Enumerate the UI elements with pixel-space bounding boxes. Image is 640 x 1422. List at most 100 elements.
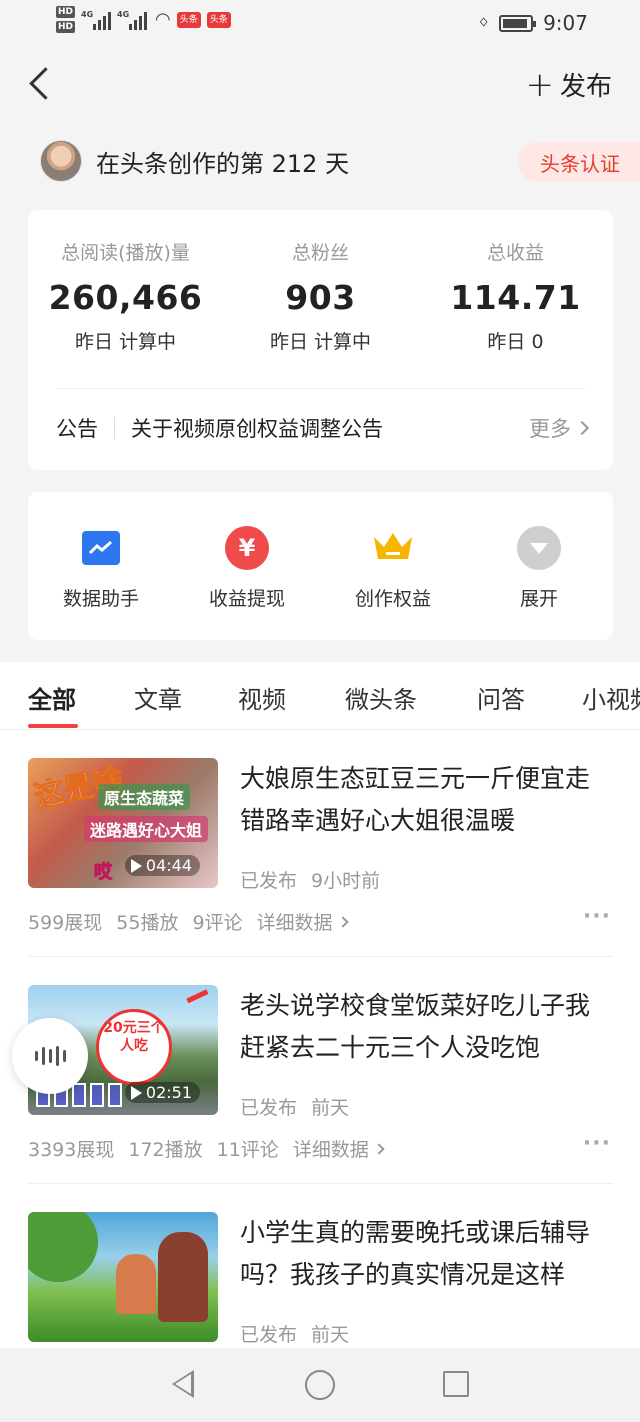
more-options-icon[interactable]: ··· [583, 1131, 611, 1156]
battery-icon [499, 14, 537, 32]
post-views: 599展现 [28, 912, 103, 934]
yuan-icon: ¥ [225, 526, 269, 570]
post-status: 已发布 [240, 1324, 298, 1346]
hd-indicators: HD HD [56, 6, 76, 33]
chart-icon [79, 526, 123, 570]
chevron-right-icon [373, 1142, 385, 1155]
tab-active-indicator [28, 724, 78, 728]
stat-label: 总粉丝 [291, 242, 349, 264]
stat-value: 903 [285, 278, 356, 317]
decoration [186, 989, 216, 1019]
thumb-illustration [158, 1232, 208, 1322]
notice-text[interactable]: 关于视频原创权益调整公告 [131, 413, 529, 443]
hd-icon: HD [56, 21, 76, 33]
back-arrow-icon[interactable] [26, 64, 54, 104]
video-thumbnail[interactable]: 这是啥 原生态蔬菜 迷路遇好心大姐 哎 04:44 [28, 758, 218, 888]
post-plays: 55播放 [116, 912, 179, 934]
nav-back-icon[interactable] [172, 1370, 194, 1398]
divider [56, 388, 585, 389]
post-stats: 599展现 55播放 9评论 详细数据 [28, 908, 349, 935]
play-icon [130, 1085, 142, 1100]
post-title[interactable]: 老头说学校食堂饭菜好吃儿子我赶紧去二十元三个人没吃饱 [240, 985, 613, 1069]
list-item[interactable]: 20元三个人吃 02:51 老头说学校食堂饭菜好吃儿子我赶紧去二十元三个人没吃饱… [28, 985, 613, 1185]
tab-short-videos[interactable]: 小视频 [582, 680, 640, 715]
tool-label: 收益提现 [208, 588, 285, 610]
status-right: ᛜ 9:07 [478, 11, 588, 35]
creation-days-text: 在头条创作的第 212 天 [96, 149, 350, 178]
post-status: 已发布 [240, 1097, 298, 1119]
publish-button[interactable]: + 发布 [525, 66, 612, 103]
stats-row: 总阅读(播放)量 260,466 昨日 计算中 总粉丝 903 昨日 计算中 总… [28, 238, 613, 354]
more-link[interactable]: 更多 [529, 413, 590, 443]
more-label: 更多 [529, 417, 571, 441]
nav-home-icon[interactable] [305, 1370, 335, 1400]
stat-total-income[interactable]: 总收益 114.71 昨日 0 [418, 238, 613, 354]
tool-label: 展开 [519, 588, 558, 610]
stat-total-fans[interactable]: 总粉丝 903 昨日 计算中 [223, 238, 418, 354]
voice-assistant-button[interactable] [12, 1018, 88, 1094]
tool-creator-rights[interactable]: 创作权益 [320, 526, 466, 611]
profile-row: 在头条创作的第 212 天 [40, 140, 349, 182]
video-duration: 04:44 [124, 855, 200, 876]
list-item[interactable]: 小学生真的需要晚托或课后辅导吗？我孩子的真实情况是这样 已发布 前天 [28, 1212, 613, 1348]
post-time: 前天 [311, 1324, 350, 1346]
post-comments: 9评论 [192, 912, 243, 934]
tab-qa[interactable]: 问答 [477, 680, 525, 715]
stat-value: 114.71 [450, 278, 581, 317]
tab-all[interactable]: 全部 [28, 680, 76, 715]
hd-icon: HD [56, 6, 76, 18]
tab-micro-posts[interactable]: 微头条 [345, 680, 417, 715]
avatar[interactable] [40, 140, 82, 182]
more-options-icon[interactable]: ··· [583, 904, 611, 929]
divider [114, 417, 115, 439]
post-views: 3393展现 [28, 1139, 115, 1161]
tab-videos[interactable]: 视频 [238, 680, 286, 715]
notice-tag: 公告 [56, 417, 98, 441]
signal-icon: 4G [117, 9, 148, 30]
crown-icon [371, 526, 415, 570]
wifi-icon: ◠ [155, 9, 171, 30]
thumb-illustration [28, 1212, 98, 1282]
list-item[interactable]: 这是啥 原生态蔬菜 迷路遇好心大姐 哎 04:44 大娘原生态豇豆三元一斤便宜走… [28, 758, 613, 958]
nav-recent-icon[interactable] [443, 1371, 469, 1397]
tool-label: 数据助手 [62, 588, 139, 610]
tab-articles[interactable]: 文章 [134, 680, 182, 715]
chevron-right-icon [336, 915, 349, 928]
tools-card: 数据助手 ¥ 收益提现 创作权益 展开 [28, 492, 613, 640]
content-panel: 全部 文章 视频 微头条 问答 小视频 这是啥 原生态蔬菜 迷路遇好心大姐 哎 … [0, 662, 640, 1348]
thumb-caption: 20元三个人吃 [103, 1020, 165, 1054]
stat-sub: 昨日 0 [487, 331, 544, 353]
system-nav-bar [0, 1348, 640, 1422]
tool-expand[interactable]: 展开 [466, 526, 612, 611]
tool-data-assistant[interactable]: 数据助手 [28, 526, 174, 611]
tools-row: 数据助手 ¥ 收益提现 创作权益 展开 [28, 526, 613, 611]
post-stats: 3393展现 172播放 11评论 详细数据 [28, 1135, 385, 1162]
post-meta: 已发布 前天 [240, 1093, 349, 1120]
thumb-illustration [116, 1254, 156, 1314]
post-title[interactable]: 大娘原生态豇豆三元一斤便宜走错路幸遇好心大姐很温暖 [240, 758, 613, 842]
detail-data-link[interactable]: 详细数据 [257, 908, 349, 935]
stat-total-reads[interactable]: 总阅读(播放)量 260,466 昨日 计算中 [28, 238, 223, 354]
post-status: 已发布 [240, 870, 298, 892]
detail-data-link[interactable]: 详细数据 [292, 1135, 385, 1162]
thumb-caption: 哎 [94, 862, 113, 884]
article-thumbnail[interactable] [28, 1212, 218, 1342]
thumb-caption: 原生态蔬菜 [98, 784, 191, 810]
tab-bar: 全部 文章 视频 微头条 问答 小视频 [0, 662, 640, 730]
bluetooth-icon: ᛜ [478, 12, 490, 34]
divider [28, 956, 613, 957]
video-duration: 02:51 [124, 1082, 200, 1103]
divider [28, 1183, 613, 1184]
tool-income-withdraw[interactable]: ¥ 收益提现 [174, 526, 320, 611]
post-title[interactable]: 小学生真的需要晚托或课后辅导吗？我孩子的真实情况是这样 [240, 1212, 613, 1296]
network-type-label: 4G [117, 9, 130, 19]
clock: 9:07 [543, 11, 588, 35]
detail-label: 详细数据 [292, 1139, 369, 1161]
status-bar: HD HD 4G 4G ◠ 头条 头条 ᛜ 9:07 [0, 0, 640, 46]
signal-icon: 4G [81, 10, 112, 30]
notice-bar[interactable]: 公告 关于视频原创权益调整公告 更多 [56, 413, 590, 443]
verify-badge[interactable]: 头条认证 [518, 142, 640, 182]
chevron-right-icon [574, 420, 590, 436]
stat-sub: 昨日 计算中 [74, 331, 177, 353]
post-time: 9小时前 [311, 870, 381, 892]
